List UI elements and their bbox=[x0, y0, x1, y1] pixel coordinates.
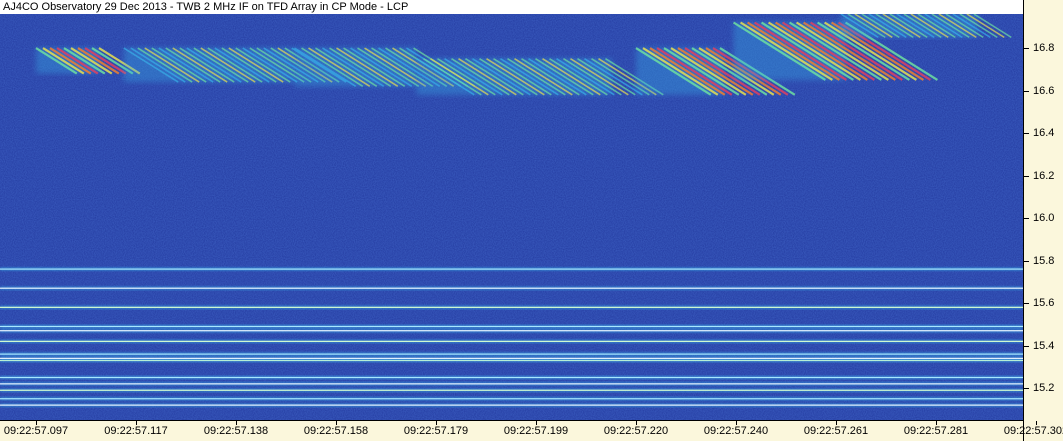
y-tick-label: 16.8 bbox=[1033, 42, 1055, 54]
y-tick: 15.6 bbox=[1024, 296, 1063, 310]
interference-line bbox=[0, 340, 1023, 342]
x-axis: 09:22:57.097 09:22:57.117 09:22:57.138 09:2… bbox=[0, 420, 1063, 441]
interference-line bbox=[0, 306, 1023, 308]
burst-glow bbox=[294, 48, 417, 87]
x-tick-mark bbox=[236, 421, 237, 425]
y-tick-label: 15.4 bbox=[1033, 339, 1055, 352]
x-tick-mark bbox=[736, 421, 737, 425]
x-tick-label: 09:22:57.302 bbox=[1003, 425, 1063, 437]
spectrogram-plot bbox=[0, 14, 1023, 420]
x-tick-mark bbox=[136, 421, 137, 425]
y-tick-mark bbox=[1024, 175, 1029, 177]
interference-line bbox=[0, 268, 1023, 270]
y-tick-label: 16.4 bbox=[1033, 127, 1055, 140]
y-tick-mark bbox=[1024, 90, 1029, 92]
y-tick: 16.6 bbox=[1024, 84, 1063, 98]
y-tick-label: 16.2 bbox=[1033, 169, 1055, 182]
y-tick-mark bbox=[1024, 218, 1029, 220]
x-tick: 09:22:57.220 bbox=[591, 421, 681, 441]
y-axis: 15.2 15.4 15.6 15.8 16.0 16.2 16.4 16.6 16.8 bbox=[1023, 0, 1063, 441]
x-tick: 09:22:57.302 bbox=[991, 421, 1063, 441]
y-tick-mark bbox=[1024, 260, 1029, 262]
interference-line bbox=[0, 398, 1023, 400]
y-tick: 16.8 bbox=[1024, 41, 1063, 55]
x-tick-mark bbox=[636, 421, 637, 425]
interference-line bbox=[0, 404, 1023, 406]
y-tick-label: 15.6 bbox=[1033, 297, 1055, 310]
x-tick: 09:22:57.179 bbox=[391, 421, 481, 441]
x-tick-label: 09:22:57.097 bbox=[3, 425, 69, 437]
interference-line bbox=[0, 330, 1023, 332]
y-tick-mark bbox=[1024, 388, 1029, 390]
interference-line bbox=[0, 376, 1023, 379]
x-tick: 09:22:57.117 bbox=[91, 421, 181, 441]
y-tick-mark bbox=[1024, 48, 1029, 49]
x-tick: 09:22:57.240 bbox=[691, 421, 781, 441]
y-tick-mark bbox=[1024, 133, 1029, 135]
x-tick-mark bbox=[536, 421, 537, 425]
x-tick-mark bbox=[36, 421, 37, 425]
y-tick-label: 15.2 bbox=[1033, 382, 1055, 395]
y-tick: 16.2 bbox=[1024, 169, 1063, 183]
y-tick: 15.2 bbox=[1024, 381, 1063, 395]
x-tick-mark bbox=[1036, 421, 1037, 425]
x-tick-mark bbox=[936, 421, 937, 425]
x-tick: 09:22:57.138 bbox=[191, 421, 281, 441]
interference-line bbox=[0, 353, 1023, 355]
interference-line bbox=[0, 325, 1023, 328]
y-tick-mark bbox=[1024, 303, 1029, 305]
x-tick: 09:22:57.097 bbox=[0, 421, 81, 441]
x-tick: 09:22:57.261 bbox=[791, 421, 881, 441]
y-tick-mark bbox=[1024, 345, 1029, 347]
interference-line bbox=[0, 357, 1023, 359]
y-tick: 16.0 bbox=[1024, 211, 1063, 225]
interference-line bbox=[0, 287, 1023, 289]
x-tick-mark bbox=[436, 421, 437, 425]
x-tick-mark bbox=[836, 421, 837, 425]
y-tick: 15.8 bbox=[1024, 254, 1063, 268]
x-tick: 09:22:57.158 bbox=[291, 421, 381, 441]
x-tick-mark bbox=[336, 421, 337, 425]
y-tick: 15.4 bbox=[1024, 339, 1063, 353]
x-tick: 09:22:57.281 bbox=[891, 421, 981, 441]
x-tick: 09:22:57.199 bbox=[491, 421, 581, 441]
y-tick-label: 16.6 bbox=[1033, 84, 1055, 97]
interference-line bbox=[0, 389, 1023, 391]
interference-line bbox=[0, 383, 1023, 385]
y-tick: 16.4 bbox=[1024, 126, 1063, 140]
y-tick-label: 15.8 bbox=[1033, 254, 1055, 267]
chart-title: AJ4CO Observatory 29 Dec 2013 - TWB 2 MH… bbox=[0, 0, 1023, 14]
y-tick-label: 16.0 bbox=[1033, 212, 1055, 225]
